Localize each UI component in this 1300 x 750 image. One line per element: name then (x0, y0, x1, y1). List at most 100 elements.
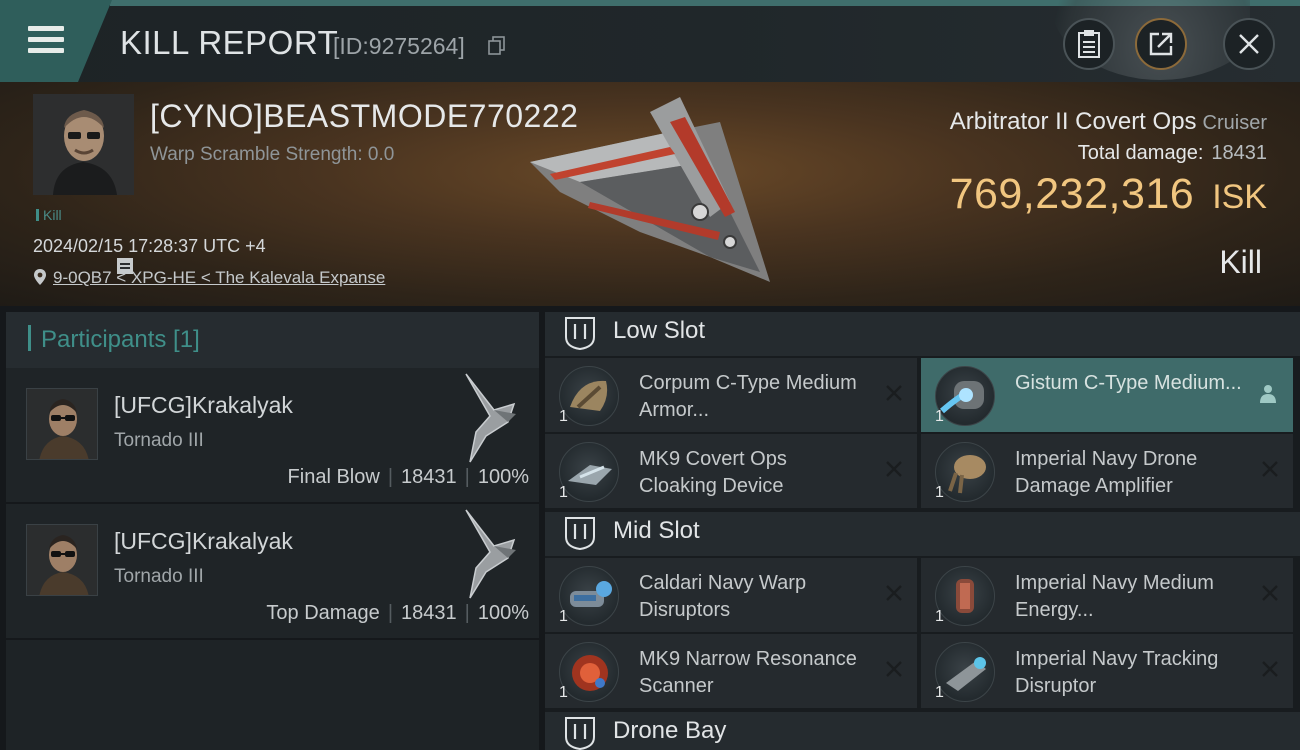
kill-type-tag: Kill (36, 207, 62, 223)
low-slot-title: Low Slot (613, 317, 706, 344)
low-slot-header: Low Slot (545, 312, 1300, 356)
module-item[interactable]: 1 Corpum C-Type Medium Armor... (545, 358, 917, 432)
module-quantity: 1 (559, 608, 568, 625)
energy-module-icon (935, 566, 995, 626)
kill-location[interactable]: 9-0QB7 < XPG-HE < The Kalevala Expanse (33, 268, 385, 288)
module-name: MK9 Covert Ops Cloaking Device (639, 448, 787, 497)
victim-avatar[interactable] (33, 94, 134, 195)
warp-scramble-strength: Warp Scramble Strength: 0.0 (150, 144, 395, 165)
isk-loss: 769,232,316 ISK (950, 170, 1267, 219)
attacker-ship-icon (465, 373, 516, 463)
participants-header: Participants [1] (6, 312, 539, 368)
destroyed-icon (886, 661, 902, 677)
armor-hardener-icon (559, 366, 619, 426)
participant-ship: Tornado III (114, 430, 204, 451)
stats-separator: | (387, 466, 394, 488)
mid-slot-icon (565, 517, 595, 551)
drone-damage-amplifier-icon (935, 442, 995, 502)
pilot-portrait-icon (27, 389, 97, 459)
participant-stats: Final Blow | 18431 | 100% (288, 466, 529, 489)
isk-unit: ISK (1212, 178, 1267, 216)
participant-row[interactable]: [UFCG]Krakalyak Tornado III Final Blow | 1… (6, 368, 539, 504)
module-quantity: 1 (935, 484, 944, 501)
participant-role: Top Damage (266, 602, 380, 624)
share-icon (1149, 32, 1173, 56)
kill-datetime: 2024/02/15 17:28:37 UTC +4 (33, 236, 266, 256)
module-item[interactable]: 1 Gistum C-Type Medium... (921, 358, 1293, 432)
clipboard-icon (1078, 30, 1100, 58)
participant-avatar[interactable] (26, 524, 98, 596)
warp-disruptor-icon (559, 566, 619, 626)
share-button[interactable] (1135, 18, 1187, 70)
menu-button[interactable] (0, 0, 112, 82)
participant-stats: Top Damage | 18431 | 100% (266, 602, 529, 625)
participant-name[interactable]: [UFCG]Krakalyak (114, 392, 293, 419)
armor-repairer-icon (935, 366, 995, 426)
module-name: Imperial Navy Tracking Disruptor (1015, 648, 1219, 697)
module-quantity: 1 (559, 484, 568, 501)
participants-panel: Participants [1] [UFCG]Krakalyak Tornado… (6, 312, 539, 750)
participant-row[interactable]: [UFCG]Krakalyak Tornado III Top Damage | 1… (6, 504, 539, 640)
module-quantity: 1 (935, 608, 944, 625)
dropped-person-icon (1260, 385, 1276, 403)
low-slot-grid: 1 Corpum C-Type Medium Armor... 1 Gistum… (545, 356, 1300, 510)
close-icon (1239, 34, 1259, 54)
stats-separator: | (464, 466, 470, 488)
module-item[interactable]: 1 Imperial Navy Drone Damage Amplifier (921, 434, 1293, 508)
drone-bay-header: Drone Bay (545, 712, 1300, 750)
pilot-portrait-icon (33, 94, 134, 195)
kill-id: [ID:9275264] (333, 33, 465, 59)
kill-report-header: KILL REPORT [ID:9275264] (0, 0, 1300, 82)
participant-avatar[interactable] (26, 388, 98, 460)
copy-icon[interactable] (488, 36, 506, 56)
close-button[interactable] (1223, 18, 1275, 70)
module-item[interactable]: 1 MK9 Covert Ops Cloaking Device (545, 434, 917, 508)
stats-separator: | (464, 602, 470, 624)
module-item[interactable]: 1 MK9 Narrow Resonance Scanner (545, 634, 917, 708)
destroyed-icon (886, 385, 902, 401)
participant-role: Final Blow (287, 466, 380, 488)
total-damage: Total damage: 18431 (1078, 142, 1267, 165)
module-name: MK9 Narrow Resonance Scanner (639, 648, 857, 697)
kill-result-label: Kill (1219, 244, 1262, 280)
location-link[interactable]: 9-0QB7 < XPG-HE < The Kalevala Expanse (53, 268, 385, 287)
victim-banner: [CYNO]BEASTMODE770222 Warp Scramble Stre… (0, 82, 1300, 306)
destroyed-icon (886, 461, 902, 477)
destroyed-icon (1262, 461, 1278, 477)
clipboard-button[interactable] (1063, 18, 1115, 70)
module-item[interactable]: 1 Imperial Navy Tracking Disruptor (921, 634, 1293, 708)
participant-percent: 100% (477, 466, 529, 488)
pilot-portrait-icon (27, 525, 97, 595)
hamburger-menu-icon (28, 26, 64, 54)
module-item[interactable]: 1 Imperial Navy Medium Energy... (921, 558, 1293, 632)
mid-slot-title: Mid Slot (613, 517, 700, 544)
victim-name[interactable]: [CYNO]BEASTMODE770222 (150, 98, 578, 135)
victim-ship-row: Arbitrator II Covert Ops Cruiser (950, 108, 1267, 136)
resonance-scanner-icon (559, 642, 619, 702)
module-name: Imperial Navy Drone Damage Amplifier (1015, 448, 1198, 497)
participant-percent: 100% (477, 602, 529, 624)
module-quantity: 1 (559, 684, 568, 701)
module-name: Corpum C-Type Medium Armor... (639, 372, 857, 421)
participant-name[interactable]: [UFCG]Krakalyak (114, 528, 293, 555)
module-name: Gistum C-Type Medium... (1015, 372, 1242, 394)
module-quantity: 1 (935, 684, 944, 701)
total-damage-value: 18431 (1211, 142, 1267, 164)
mid-slot-header: Mid Slot (545, 512, 1300, 556)
total-damage-label: Total damage: (1077, 142, 1204, 164)
fitting-panel: Low Slot 1 Corpum C-Type Medium Armor...… (545, 312, 1300, 750)
destroyed-icon (1262, 585, 1278, 601)
mid-slot-grid: 1 Caldari Navy Warp Disruptors 1 Imperia… (545, 556, 1300, 710)
victim-ship-class: Cruiser (1202, 112, 1267, 134)
attacker-ship-icon (465, 509, 516, 599)
location-pin-icon (34, 269, 46, 285)
ship-render-image (530, 97, 770, 282)
module-item[interactable]: 1 Caldari Navy Warp Disruptors (545, 558, 917, 632)
participant-ship: Tornado III (114, 566, 204, 587)
tracking-disruptor-icon (935, 642, 995, 702)
module-quantity: 1 (559, 408, 568, 425)
isk-value: 769,232,316 (949, 170, 1195, 218)
destroyed-icon (886, 585, 902, 601)
stats-separator: | (387, 602, 394, 624)
victim-ship-name[interactable]: Arbitrator II Covert Ops (950, 108, 1197, 135)
